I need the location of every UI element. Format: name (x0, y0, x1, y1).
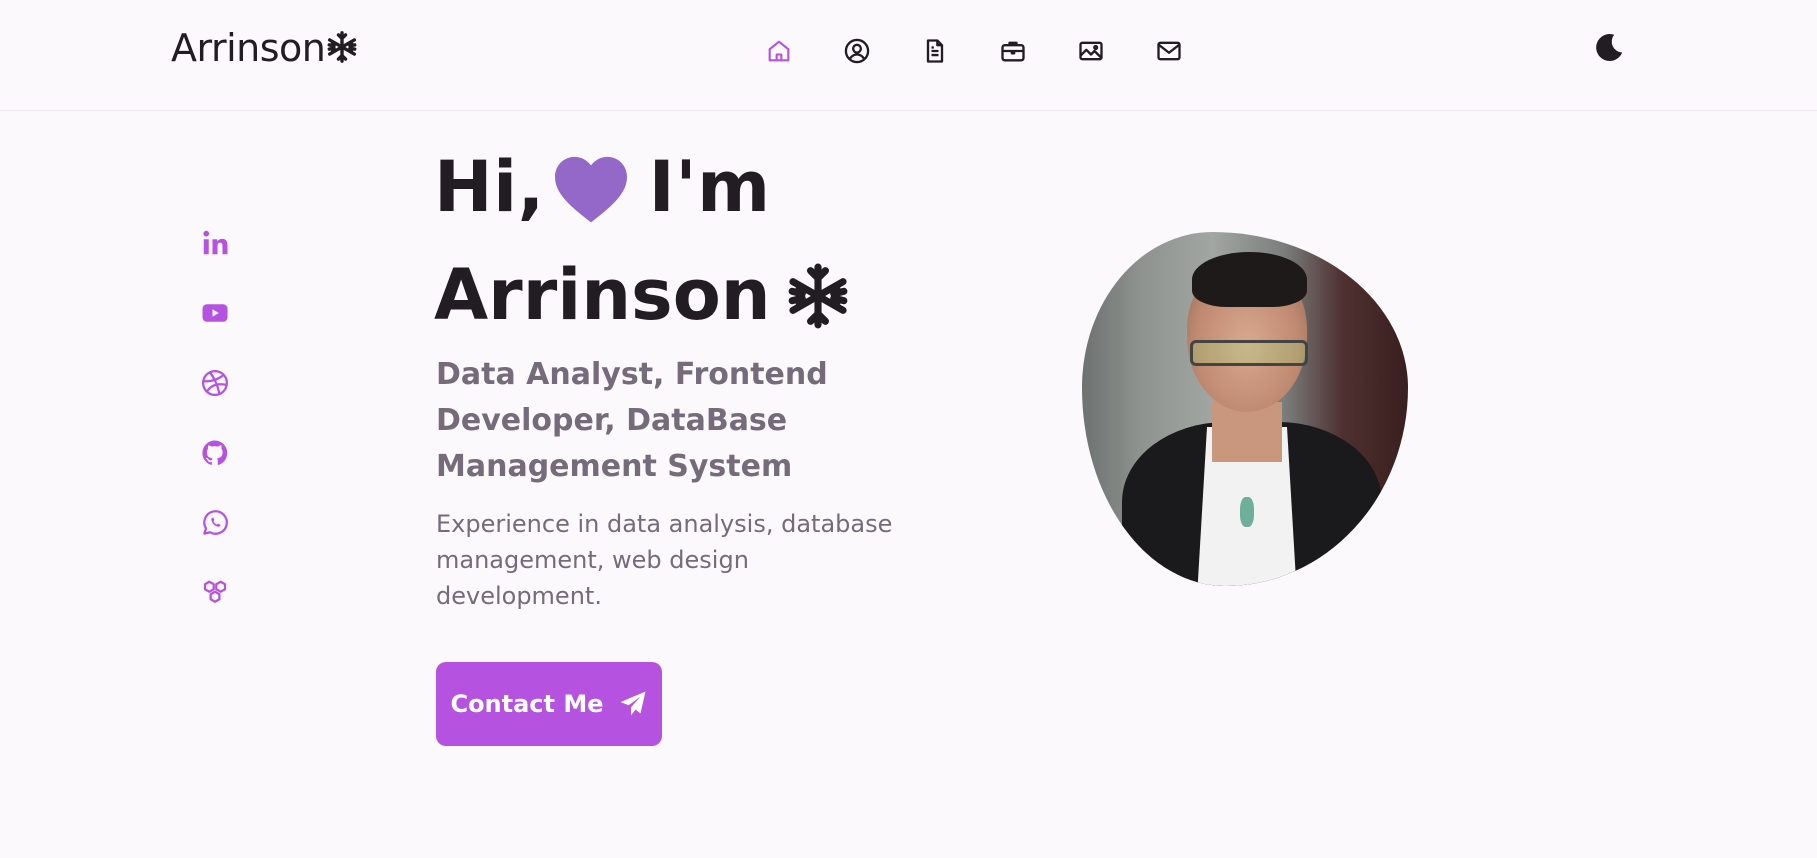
profile-blob (1082, 232, 1408, 586)
contact-me-label: Contact Me (450, 690, 604, 718)
theme-toggle-button[interactable] (1591, 30, 1627, 66)
whatsapp-icon (203, 510, 228, 535)
social-hexagons[interactable] (199, 578, 231, 608)
nav-home[interactable] (765, 37, 793, 65)
nav-about[interactable] (843, 37, 871, 65)
main-nav (765, 34, 1183, 68)
image-icon (1079, 41, 1103, 61)
youtube-icon (202, 304, 228, 322)
social-linkedin[interactable] (199, 228, 231, 258)
moon-icon (1596, 33, 1623, 61)
greeting-suffix: I'm (648, 146, 771, 228)
briefcase-icon (1001, 41, 1025, 62)
social-youtube[interactable] (199, 298, 231, 328)
social-github[interactable] (199, 438, 231, 468)
hero-name-text: Arrinson (434, 254, 771, 336)
greeting-prefix: Hi, (434, 146, 545, 228)
heart-icon (554, 156, 627, 223)
github-icon (202, 440, 228, 465)
site-header: Arrinson (0, 0, 1817, 111)
nav-contact[interactable] (1155, 37, 1183, 65)
linkedin-icon (203, 230, 228, 255)
social-links (198, 228, 232, 608)
file-icon (926, 39, 944, 63)
user-circle-icon (844, 38, 870, 64)
social-dribbble[interactable] (199, 368, 231, 398)
contact-me-button[interactable]: Contact Me (436, 662, 662, 746)
hero-subtitle: Data Analyst, Frontend Developer, DataBa… (436, 357, 828, 484)
social-whatsapp[interactable] (199, 508, 231, 538)
logo-text: Arrinson (171, 26, 326, 70)
home-icon (768, 40, 790, 62)
snowflake-icon (327, 30, 357, 63)
hero-greeting: Hi, I'm (434, 148, 771, 228)
photo-pendant (1240, 497, 1254, 527)
mail-icon (1157, 41, 1181, 61)
nav-skills[interactable] (921, 37, 949, 65)
hexagons-icon (203, 580, 227, 603)
nav-portfolio[interactable] (1077, 37, 1105, 65)
photo-hair (1192, 252, 1307, 307)
send-icon (620, 691, 646, 716)
photo-glasses (1190, 340, 1308, 366)
hero-name: Arrinson (434, 256, 851, 334)
logo[interactable]: Arrinson (171, 26, 359, 70)
profile-photo (1082, 232, 1408, 586)
hero-description: Experience in data analysis, database ma… (436, 510, 893, 610)
dribbble-icon (202, 370, 228, 396)
nav-services[interactable] (999, 37, 1027, 65)
snowflake-icon (788, 263, 848, 329)
